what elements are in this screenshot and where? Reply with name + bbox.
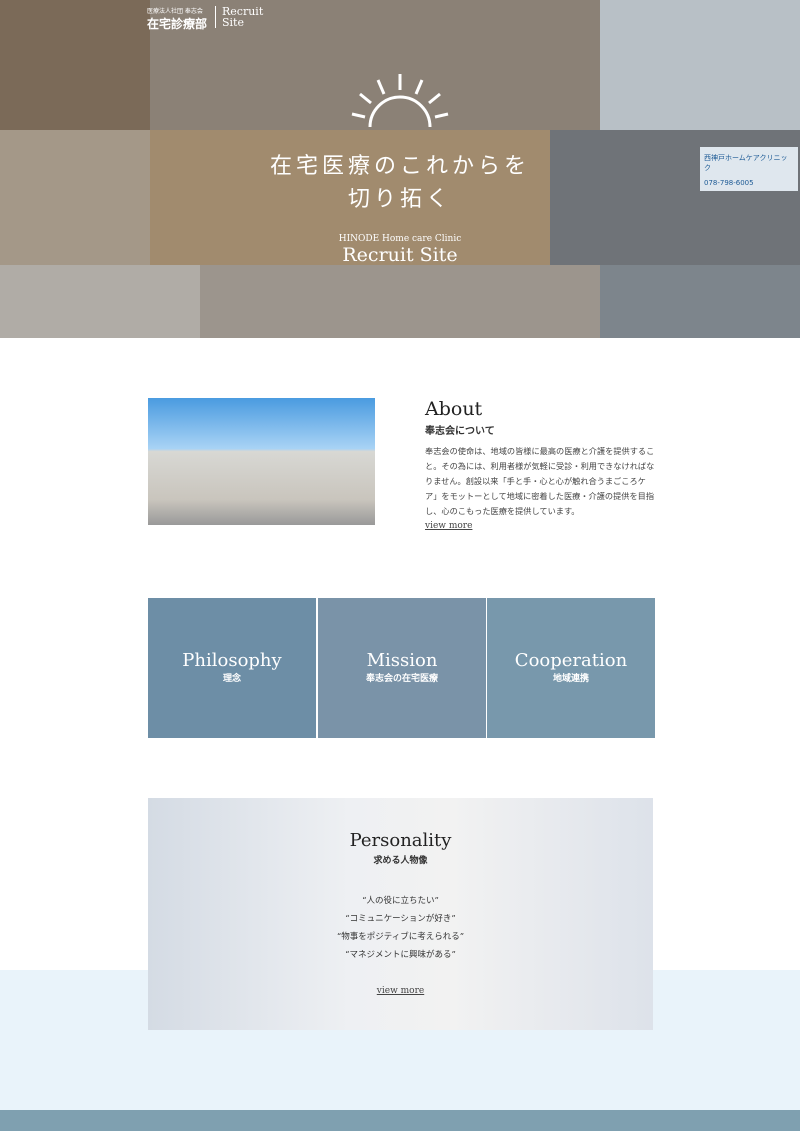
quote: “コミュニケーションが好き”	[345, 914, 456, 924]
clinic-name: HINODE Home care Clinic	[338, 234, 462, 244]
hero-catch: 切り拓く	[347, 187, 452, 212]
tile-title: Philosophy	[182, 650, 282, 671]
staff-photo	[0, 265, 200, 338]
staff-photo	[0, 0, 150, 130]
about-subtitle: 奉志会について	[425, 426, 495, 437]
clinic-building-photo	[148, 398, 375, 525]
hero-banner: 西神戸ホームケアクリニック 078-798-6005 医療法人社団 奉志会 在宅診…	[0, 0, 800, 338]
personality-card: Personality 求める人物像 “人の役に立ちたい” “コミュニケーション…	[148, 798, 653, 1030]
site-logo[interactable]: 医療法人社団 奉志会 在宅診療部 Recruit Site	[147, 6, 263, 32]
quote: “人の役に立ちたい”	[362, 896, 439, 906]
sun-logo-icon	[351, 74, 449, 128]
tile-title: Mission	[366, 650, 438, 671]
about-view-more-link[interactable]: view more	[425, 521, 472, 531]
org-name: 医療法人社団 奉志会	[147, 8, 203, 15]
tile-subtitle: 地域連携	[552, 674, 589, 684]
quote: “物事をポジティブに考えられる”	[336, 932, 465, 942]
tile-subtitle: 奉志会の在宅医療	[365, 674, 438, 684]
personality-subtitle: 求める人物像	[373, 856, 428, 866]
hero-catch: 在宅医療のこれからを	[269, 154, 530, 179]
hero-title: Recruit Site	[342, 244, 458, 266]
personality-view-more-link[interactable]: view more	[377, 986, 424, 996]
about-title: About	[425, 398, 483, 420]
tile-cooperation[interactable]: Cooperation 地域連携	[487, 598, 655, 738]
tile-subtitle: 理念	[222, 674, 241, 684]
personality-title: Personality	[349, 830, 452, 851]
tile-mission[interactable]: Mission 奉志会の在宅医療	[318, 598, 486, 738]
tile-title: Cooperation	[514, 650, 628, 671]
footer-photo-strip	[0, 1110, 800, 1131]
tile-philosophy[interactable]: Philosophy 理念	[148, 598, 316, 738]
staff-photo	[600, 265, 800, 338]
site-label: Recruit Site	[215, 6, 265, 28]
staff-photo	[600, 0, 800, 130]
staff-photo	[200, 265, 600, 338]
dept-name: 在宅診療部	[147, 17, 208, 31]
quote: “マネジメントに興味がある”	[345, 950, 456, 960]
about-text: 奉志会の使命は、地域の皆様に最高の医療と介護を提供すること。その為には、利用者様…	[425, 446, 655, 516]
